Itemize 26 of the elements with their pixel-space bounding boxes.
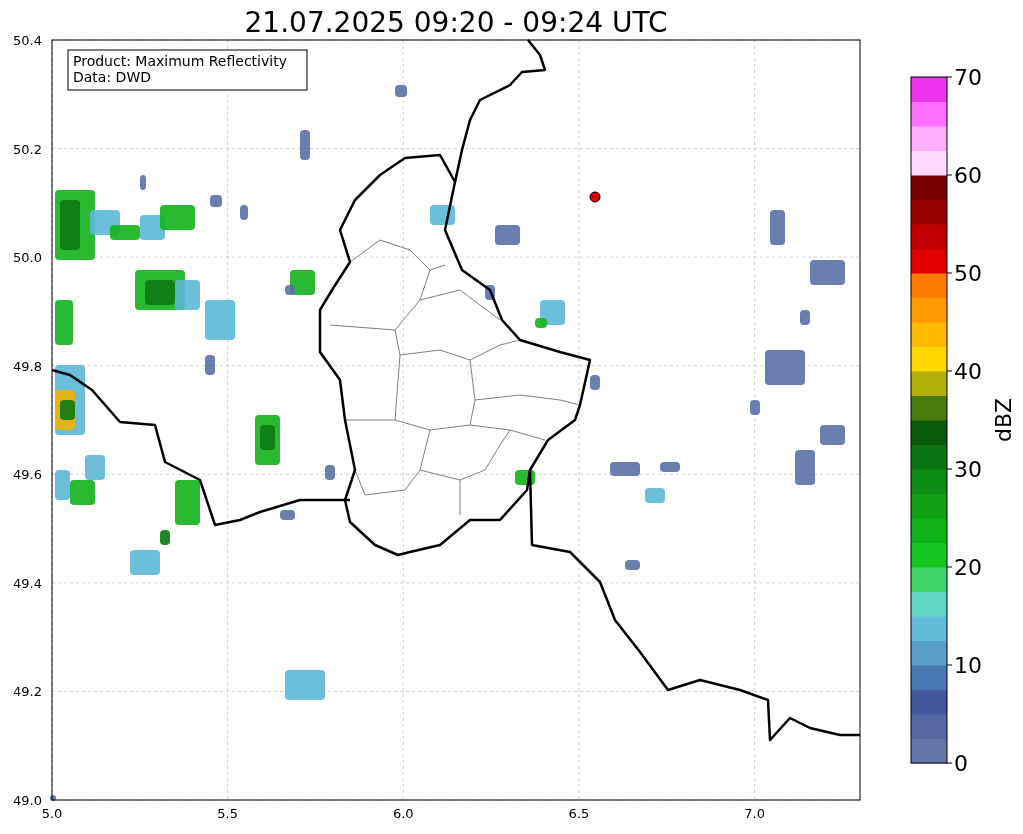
x-tick-label: 6.0 (392, 806, 414, 821)
y-tick-label: 50.2 (13, 141, 42, 157)
colorbar-tick-label: 10 (954, 653, 982, 678)
colorbar-tick-label: 50 (954, 261, 982, 286)
x-tick-label: 5.5 (217, 806, 238, 821)
info-text: Data: DWD (73, 69, 151, 85)
colorbar-tick-label: 60 (954, 163, 982, 188)
colorbar-tick-label: 30 (954, 457, 982, 482)
y-tick-label: 49.4 (13, 575, 42, 591)
y-tick-label: 50.0 (13, 250, 42, 266)
x-tick-label: 7.0 (744, 806, 765, 821)
colorbar-tick-label: 70 (954, 65, 982, 90)
colorbar-tick-label: 40 (954, 359, 982, 384)
y-tick-label: 50.4 (13, 33, 42, 48)
colorbar-label: dBZ (991, 397, 1016, 443)
y-tick-label: 49.8 (13, 358, 42, 374)
location-marker (589, 191, 601, 203)
y-tick-label: 49.0 (13, 793, 42, 808)
x-tick-label: 6.5 (568, 806, 590, 821)
y-tick-label: 49.6 (13, 467, 42, 483)
chart-title: 21.07.2025 09:20 - 09:24 UTC (244, 6, 668, 39)
colorbar-tick-label: 0 (954, 751, 968, 776)
colorbar-tick-label: 20 (954, 555, 982, 580)
x-tick-label: 5.0 (41, 806, 63, 821)
y-tick-label: 49.2 (13, 684, 42, 700)
info-text: Product: Maximum Reflectivity (73, 53, 287, 69)
